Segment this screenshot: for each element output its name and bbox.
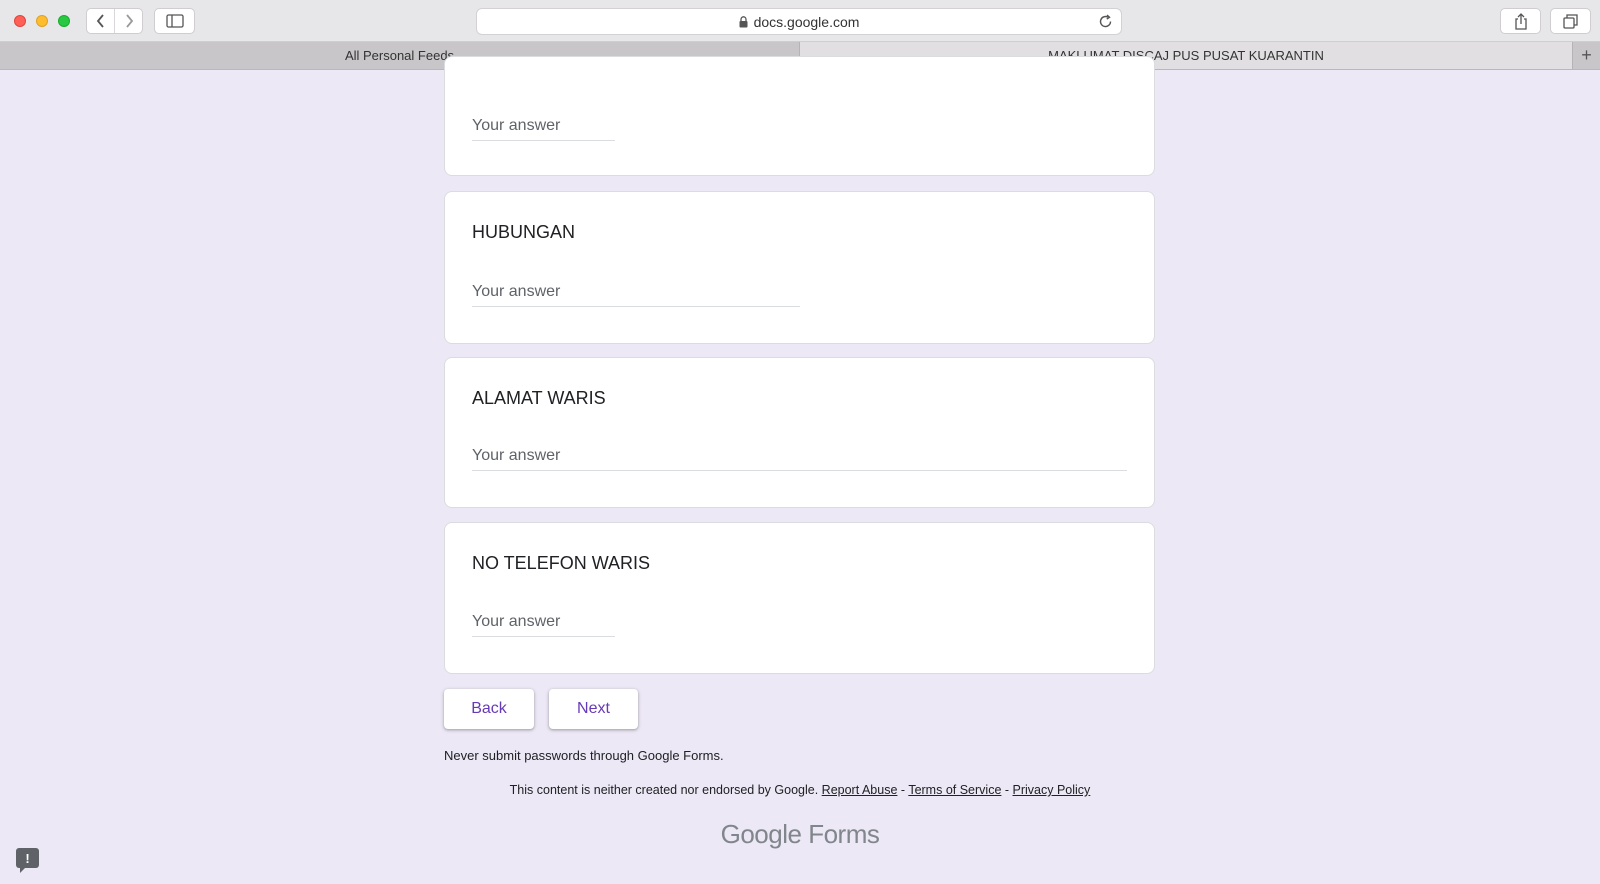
- share-button[interactable]: [1500, 8, 1541, 34]
- answer-input[interactable]: Your answer: [472, 117, 615, 141]
- logo-google: Google: [720, 819, 802, 849]
- sidebar-icon: [165, 14, 184, 28]
- separator: -: [897, 783, 909, 797]
- password-warning: Never submit passwords through Google Fo…: [444, 748, 724, 763]
- logo-forms: Forms: [808, 819, 880, 849]
- question-card-alamat-waris: ALAMAT WARIS Your answer: [444, 357, 1155, 508]
- question-card-hubungan: HUBUNGAN Your answer: [444, 191, 1155, 344]
- report-feedback-icon[interactable]: !: [16, 848, 39, 873]
- share-icon: [1514, 12, 1527, 30]
- answer-input[interactable]: Your answer: [472, 613, 615, 637]
- zoom-window-button[interactable]: [58, 15, 70, 27]
- back-button[interactable]: Back: [444, 689, 534, 729]
- lock-icon: [739, 15, 748, 27]
- sidebar-toggle-button[interactable]: [154, 8, 195, 34]
- question-card: Your answer: [444, 56, 1155, 176]
- footer-disclaimer: This content is neither created nor endo…: [0, 783, 1600, 797]
- question-title: NO TELEFON WARIS: [472, 553, 651, 573]
- disclaimer-text: This content is neither created nor endo…: [509, 783, 819, 797]
- google-forms-logo[interactable]: Google Forms: [0, 819, 1600, 850]
- show-tabs-button[interactable]: [1550, 8, 1591, 34]
- browser-toolbar: docs.google.com: [0, 0, 1600, 42]
- question-card-no-telefon-waris: NO TELEFON WARIS Your answer: [444, 522, 1155, 674]
- new-tab-button[interactable]: +: [1572, 42, 1600, 69]
- navigation-buttons: [86, 8, 143, 34]
- url-text: docs.google.com: [753, 13, 860, 30]
- chevron-right-icon: [125, 14, 133, 28]
- answer-input[interactable]: Your answer: [472, 447, 1127, 471]
- question-title: ALAMAT WARIS: [472, 388, 606, 408]
- chevron-left-icon: [96, 14, 104, 28]
- privacy-policy-link[interactable]: Privacy Policy: [1013, 783, 1091, 797]
- next-button[interactable]: Next: [549, 689, 638, 729]
- forward-navigation-button[interactable]: [114, 9, 142, 33]
- tab-label: All Personal Feeds: [344, 48, 455, 63]
- plus-icon: +: [1581, 45, 1592, 65]
- reload-icon[interactable]: [1098, 14, 1113, 29]
- report-abuse-link[interactable]: Report Abuse: [822, 783, 898, 797]
- answer-input[interactable]: Your answer: [472, 283, 800, 307]
- separator: -: [1001, 783, 1013, 797]
- tabs-overview-icon: [1563, 13, 1578, 29]
- address-bar[interactable]: docs.google.com: [476, 8, 1122, 35]
- terms-of-service-link[interactable]: Terms of Service: [908, 783, 1001, 797]
- close-window-button[interactable]: [14, 15, 26, 27]
- back-navigation-button[interactable]: [87, 9, 114, 33]
- minimize-window-button[interactable]: [36, 15, 48, 27]
- question-title: HUBUNGAN: [472, 222, 576, 242]
